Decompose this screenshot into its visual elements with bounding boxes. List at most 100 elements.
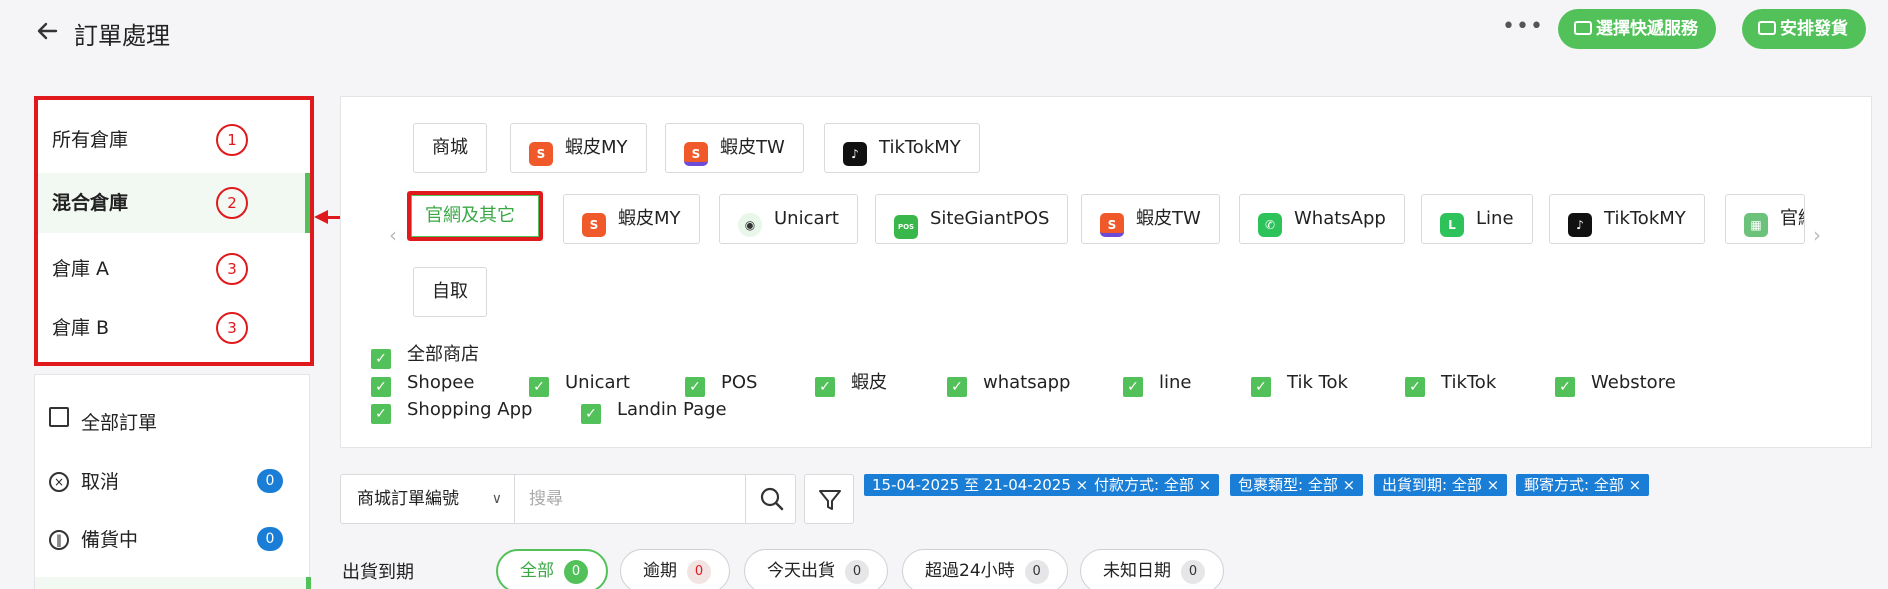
close-icon[interactable]: × (1487, 476, 1500, 494)
close-icon[interactable]: × (1343, 476, 1356, 494)
due-pill-count: 0 (1024, 560, 1049, 584)
filter-tag-payment[interactable]: 付款方式: 全部 × (1086, 474, 1220, 496)
chevron-right-icon[interactable]: › (1813, 223, 1821, 247)
checkbox-checked-icon: ✓ (1555, 377, 1575, 397)
sales-channel-panel: 商城 S 蝦皮MY S 蝦皮TW ♪ TikTokMY ‹ › 官網及其它 S 蝦皮MY… (340, 96, 1872, 448)
store-checkbox[interactable]: ✓ Tik Tok (1251, 371, 1348, 397)
select-express-label: 選擇快遞服務 (1596, 19, 1698, 39)
channel-label: Unicart (774, 208, 839, 229)
channel-chip-pickup[interactable]: 自取 (413, 267, 487, 317)
channel-label: TikTokMY (879, 137, 961, 158)
store-checkbox-all[interactable]: ✓ 全部商店 (371, 343, 479, 369)
channel-chip-tiktok-my-2[interactable]: ♪ TikTokMY (1549, 194, 1705, 244)
close-icon[interactable]: × (1629, 476, 1642, 494)
scroll-fade (1801, 161, 1871, 225)
store-checkbox[interactable]: ✓ Unicart (529, 371, 630, 397)
next-status-item-partial[interactable] (35, 577, 311, 589)
warehouse-label: 混合倉庫 (52, 192, 129, 214)
search-field-select[interactable]: 商城訂單編號 ∨ (341, 475, 515, 523)
store-label: Unicart (565, 372, 630, 393)
store-checkbox[interactable]: ✓ POS (685, 371, 757, 397)
filter-tag-date[interactable]: 15-04-2025 至 21-04-2025 × (864, 474, 1097, 496)
store-checkbox[interactable]: ✓ Landin Page (581, 398, 727, 424)
filter-icon (819, 490, 841, 510)
status-label: 備貨中 (81, 529, 139, 551)
channel-chip-website-other[interactable]: 官網及其它 (407, 191, 543, 241)
chevron-left-icon[interactable]: ‹ (389, 223, 397, 247)
search-field-label: 商城訂單編號 (357, 489, 459, 509)
due-pill-overdue[interactable]: 逾期 0 (620, 549, 730, 589)
status-preparing[interactable]: ‖ 備貨中 0 (49, 525, 299, 555)
store-label: TikTok (1441, 372, 1497, 393)
checkbox-checked-icon: ✓ (815, 377, 835, 397)
search-input[interactable] (517, 476, 745, 522)
annotation-arrow-head (314, 210, 328, 224)
close-icon[interactable]: × (1199, 476, 1212, 494)
channel-chip-website[interactable]: ▦官網 (1725, 194, 1805, 244)
channel-chip-whatsapp[interactable]: ✆ WhatsApp (1239, 194, 1405, 244)
due-pill-today[interactable]: 今天出貨 0 (744, 549, 888, 589)
filter-tag-shipping[interactable]: 郵寄方式: 全部 × (1516, 474, 1650, 496)
tiktok-logo-icon: ♪ (843, 142, 867, 166)
search-button[interactable] (745, 475, 797, 523)
pause-circle-icon: ‖ (49, 530, 69, 550)
checkbox-checked-icon: ✓ (1405, 377, 1425, 397)
store-checkbox[interactable]: ✓ 蝦皮 (815, 371, 887, 397)
annotation-number: 2 (216, 187, 248, 219)
due-pill-count: 0 (687, 560, 711, 584)
due-pill-label: 未知日期 (1103, 561, 1171, 581)
due-pill-all[interactable]: 全部 0 (496, 549, 608, 589)
warehouse-item-mixed[interactable]: 混合倉庫 2 (38, 173, 310, 233)
filter-tag-label: 15-04-2025 至 21-04-2025 (872, 476, 1071, 494)
store-checkbox[interactable]: ✓ Webstore (1555, 371, 1676, 397)
store-label: 全部商店 (407, 344, 479, 365)
truck-icon (1574, 21, 1592, 35)
status-cancelled[interactable]: × 取消 0 (49, 467, 299, 497)
warehouse-item-b[interactable]: 倉庫 B 3 (38, 298, 310, 358)
whatsapp-logo-icon: ✆ (1258, 213, 1282, 237)
channel-label: 蝦皮MY (618, 208, 681, 229)
channel-chip-shopee-my[interactable]: S 蝦皮MY (510, 123, 647, 173)
filter-button[interactable] (804, 474, 854, 524)
select-express-button[interactable]: 選擇快遞服務 (1558, 9, 1716, 49)
warehouse-item-a[interactable]: 倉庫 A 3 (38, 239, 310, 299)
filter-tag-label: 出貨到期: 全部 (1382, 476, 1482, 494)
store-checkbox[interactable]: ✓ Shopping App (371, 398, 532, 424)
filter-tag-package[interactable]: 包裹類型: 全部 × (1230, 474, 1364, 496)
status-label: 全部訂單 (81, 412, 158, 434)
search-icon (760, 487, 784, 511)
store-checkbox[interactable]: ✓ line (1123, 371, 1191, 397)
store-checkbox[interactable]: ✓ whatsapp (947, 371, 1070, 397)
back-arrow-icon[interactable] (34, 18, 60, 44)
channel-chip-shopee-tw-2[interactable]: S 蝦皮TW (1081, 194, 1220, 244)
checkbox-checked-icon: ✓ (581, 404, 601, 424)
arrange-shipment-button[interactable]: 安排發貨 (1742, 9, 1866, 49)
checkbox-checked-icon: ✓ (1123, 377, 1143, 397)
due-pill-unknown[interactable]: 未知日期 0 (1080, 549, 1224, 589)
store-checkbox[interactable]: ✓ Shopee (371, 371, 474, 397)
more-options-icon[interactable]: ••• (1502, 14, 1544, 39)
status-all-orders[interactable]: 全部訂單 (49, 407, 299, 437)
due-pill-label: 今天出貨 (767, 561, 835, 581)
channel-chip-sitegiant-pos[interactable]: POS SiteGiantPOS (875, 194, 1069, 244)
store-label: Webstore (1591, 372, 1676, 393)
checkbox-checked-icon: ✓ (371, 349, 391, 369)
channel-chip-shopee-tw[interactable]: S 蝦皮TW (665, 123, 804, 173)
channel-label: 自取 (432, 281, 468, 302)
channel-label: WhatsApp (1294, 208, 1386, 229)
checkbox-checked-icon: ✓ (371, 377, 391, 397)
warehouse-item-all[interactable]: 所有倉庫 1 (38, 110, 310, 170)
checkbox-checked-icon: ✓ (1251, 377, 1271, 397)
annotation-number: 1 (216, 124, 248, 156)
channel-chip-mall[interactable]: 商城 (413, 123, 487, 173)
channel-chip-shopee-my-2[interactable]: S 蝦皮MY (563, 194, 700, 244)
channel-chip-unicart[interactable]: ◉ Unicart (719, 194, 858, 244)
due-pill-label: 逾期 (643, 561, 677, 581)
channel-chip-tiktok-my[interactable]: ♪ TikTokMY (824, 123, 980, 173)
channel-chip-line[interactable]: L Line (1421, 194, 1533, 244)
website-logo-icon: ▦ (1744, 213, 1768, 237)
due-pill-count: 0 (564, 560, 588, 584)
due-pill-over-24h[interactable]: 超過24小時 0 (902, 549, 1068, 589)
store-checkbox[interactable]: ✓ TikTok (1405, 371, 1497, 397)
filter-tag-due[interactable]: 出貨到期: 全部 × (1374, 474, 1508, 496)
